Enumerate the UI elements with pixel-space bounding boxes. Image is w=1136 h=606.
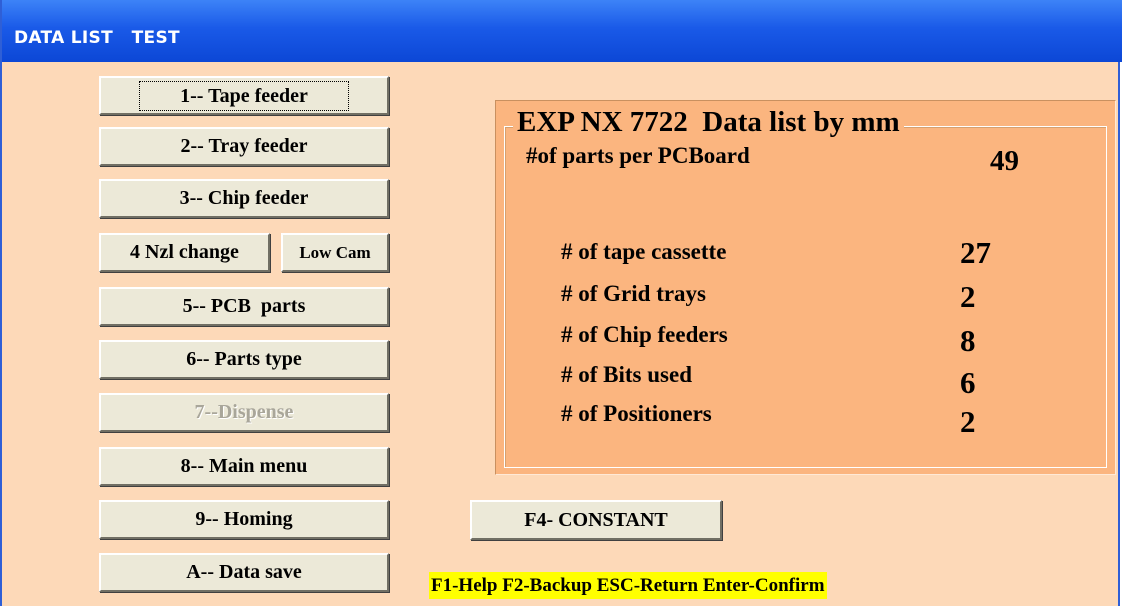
chip-feeders-value: 8 xyxy=(960,323,976,358)
dispense-button: 7--Dispense xyxy=(99,393,389,432)
hint-bar: F1-Help F2-Backup ESC-Return Enter-Confi… xyxy=(429,572,827,599)
tape-cassette-value: 27 xyxy=(960,235,991,270)
constant-label: F4- CONSTANT xyxy=(524,508,668,531)
constant-button[interactable]: F4- CONSTANT xyxy=(470,500,722,540)
data-save-label: A-- Data save xyxy=(186,561,302,583)
data-list-title: EXP NX 7722 Data list by mm xyxy=(513,105,904,139)
main-menu-button[interactable]: 8-- Main menu xyxy=(99,447,389,486)
chip-feeder-button[interactable]: 3-- Chip feeder xyxy=(99,179,389,218)
chip-feeder-label: 3-- Chip feeder xyxy=(179,187,309,209)
chip-feeders-label: # of Chip feeders xyxy=(561,322,728,347)
pcb-parts-label: 5-- PCB parts xyxy=(182,295,306,317)
grid-trays-label: # of Grid trays xyxy=(561,281,707,306)
parts-type-button[interactable]: 6-- Parts type xyxy=(99,340,389,379)
homing-button[interactable]: 9-- Homing xyxy=(99,500,389,539)
low-cam-button[interactable]: Low Cam xyxy=(281,233,389,272)
main-menu-label: 8-- Main menu xyxy=(180,455,308,477)
low-cam-label: Low Cam xyxy=(299,242,371,262)
main-window: DATA LIST TEST 1-- Tape feeder 2-- Tray … xyxy=(0,0,1122,606)
nzl-change-label: 4 Nzl change xyxy=(130,241,239,263)
grid-trays-value: 2 xyxy=(960,279,976,314)
window-title: DATA LIST TEST xyxy=(14,28,180,48)
tape-cassette-label: # of tape cassette xyxy=(561,239,727,264)
parts-per-board-value: 49 xyxy=(990,145,1019,177)
tape-feeder-button[interactable]: 1-- Tape feeder xyxy=(99,76,389,115)
nzl-change-button[interactable]: 4 Nzl change xyxy=(99,233,270,272)
bits-used-value: 6 xyxy=(960,365,976,400)
parts-per-board-label: #of parts per PCBoard xyxy=(526,143,750,168)
bits-used-label: # of Bits used xyxy=(561,362,692,387)
positioners-label: # of Positioners xyxy=(561,401,712,426)
dispense-label: 7--Dispense xyxy=(194,401,294,423)
data-save-button[interactable]: A-- Data save xyxy=(99,553,389,592)
title-bar[interactable]: DATA LIST TEST xyxy=(2,0,1122,62)
homing-label: 9-- Homing xyxy=(195,508,293,530)
parts-type-label: 6-- Parts type xyxy=(186,348,302,370)
tape-feeder-label: 1-- Tape feeder xyxy=(139,80,349,111)
pcb-parts-button[interactable]: 5-- PCB parts xyxy=(99,287,389,326)
tray-feeder-label: 2-- Tray feeder xyxy=(180,135,308,157)
tray-feeder-button[interactable]: 2-- Tray feeder xyxy=(99,127,389,166)
data-list-panel: EXP NX 7722 Data list by mm #of parts pe… xyxy=(495,100,1116,475)
positioners-value: 2 xyxy=(960,404,976,439)
